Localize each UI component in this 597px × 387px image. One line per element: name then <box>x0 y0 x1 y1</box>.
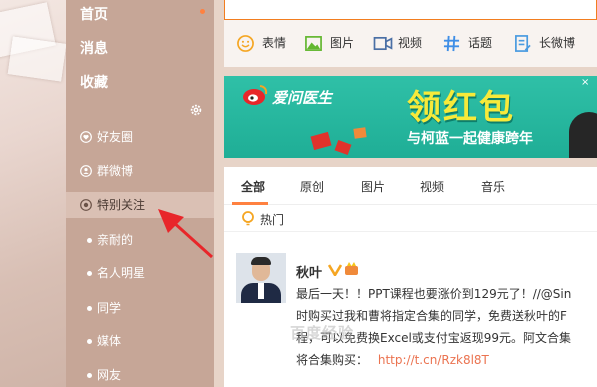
nav-messages[interactable]: 消息 <box>80 38 108 58</box>
sidebar: 首页 消息 收藏 好友圈 群微博 特别关注 亲耐的 名人明星 同学 媒体 网友 <box>66 0 214 387</box>
close-ad-icon[interactable]: × <box>581 78 591 88</box>
tab-original[interactable]: 原创 <box>300 178 324 195</box>
banner-headline: 领红包 <box>407 88 515 128</box>
nav-favorites[interactable]: 收藏 <box>80 72 108 92</box>
smiley-icon <box>237 35 254 52</box>
image-icon <box>305 36 322 51</box>
tool-label: 视频 <box>398 36 423 50</box>
post-line-prefix: 将合集购买： <box>296 353 369 367</box>
sub-item-label: 媒体 <box>97 334 122 348</box>
tab-images[interactable]: 图片 <box>361 178 385 195</box>
hot-label: 热门 <box>260 213 285 227</box>
bullet <box>87 339 92 344</box>
nav-friends-circle[interactable]: 好友圈 <box>66 124 214 150</box>
red-packet-decoration <box>353 127 367 139</box>
spokesperson-image <box>569 112 597 158</box>
main-content: 表情 图片 视频 话题 长微博 爱问医生 领红包 与柯蓝一起健康跨年 × 全部 … <box>214 0 597 387</box>
post-input[interactable] <box>224 0 597 20</box>
group-icon <box>80 165 92 177</box>
bullet <box>87 238 92 243</box>
heart-circle-icon <box>80 131 92 143</box>
tab-videos[interactable]: 视频 <box>420 178 444 195</box>
post-link[interactable]: http://t.cn/Rzk8l8T <box>378 353 489 367</box>
sub-item-celebrities[interactable]: 名人明星 <box>66 262 214 284</box>
post-line: 最后一天！！PPT课程也要涨价到129元了！//@Sin <box>296 287 572 301</box>
sub-item-classmates[interactable]: 同学 <box>66 297 214 319</box>
feed: 全部 原创 图片 视频 音乐 热门 秋叶 最后一天！！PPT课程也要涨价到129… <box>224 167 597 387</box>
avatar-shirt <box>258 283 264 299</box>
tool-label: 长微博 <box>539 36 576 50</box>
post-author[interactable]: 秋叶 <box>296 262 322 281</box>
sub-item-label: 同学 <box>97 301 122 315</box>
annotation-arrow <box>158 209 214 259</box>
unread-dot <box>200 9 205 14</box>
gear-icon[interactable] <box>189 103 203 117</box>
lightbulb-icon <box>242 211 254 226</box>
nav-item-label: 好友圈 <box>97 130 134 144</box>
post-line: 将合集购买： http://t.cn/Rzk8l8T <box>296 350 489 370</box>
target-icon <box>80 199 92 211</box>
nav-item-label: 特别关注 <box>97 198 146 212</box>
sub-item-label: 网友 <box>97 368 122 382</box>
nav-home[interactable]: 首页 <box>80 4 108 24</box>
member-crown-icon <box>345 262 358 275</box>
nav-group-weibo[interactable]: 群微博 <box>66 158 214 184</box>
bullet <box>87 271 92 276</box>
red-packet-decoration <box>334 139 352 156</box>
sub-item-netizens[interactable]: 网友 <box>66 364 214 386</box>
sub-item-label: 名人明星 <box>97 266 146 280</box>
feed-tabs: 全部 原创 图片 视频 音乐 <box>224 167 597 205</box>
sub-item-label: 亲耐的 <box>97 233 134 247</box>
tool-label: 图片 <box>330 36 355 50</box>
post-avatar[interactable] <box>236 253 286 303</box>
tab-all[interactable]: 全部 <box>241 178 265 195</box>
tool-label: 话题 <box>468 36 493 50</box>
video-icon <box>373 36 393 51</box>
background-decoration <box>0 0 66 387</box>
avatar-hair <box>251 257 271 265</box>
hashtag-icon <box>443 35 460 52</box>
sub-item-media[interactable]: 媒体 <box>66 330 214 352</box>
tab-music[interactable]: 音乐 <box>481 178 505 195</box>
verified-badge-icon <box>328 264 342 276</box>
watermark: 百度经验 <box>290 324 355 342</box>
bullet <box>87 373 92 378</box>
composer: 表情 图片 视频 话题 长微博 <box>224 0 597 67</box>
brand-logo-icon <box>243 85 268 105</box>
background-photo-card <box>7 36 66 82</box>
nav-item-label: 群微博 <box>97 164 134 178</box>
banner-subline: 与柯蓝一起健康跨年 <box>407 131 533 147</box>
bullet <box>87 306 92 311</box>
document-icon <box>515 35 531 52</box>
hot-section-header: 热门 <box>224 205 597 232</box>
red-packet-decoration <box>310 131 332 151</box>
ad-banner[interactable]: 爱问医生 领红包 与柯蓝一起健康跨年 × <box>224 76 597 158</box>
tool-label: 表情 <box>262 36 287 50</box>
banner-brand: 爱问医生 <box>272 89 333 107</box>
